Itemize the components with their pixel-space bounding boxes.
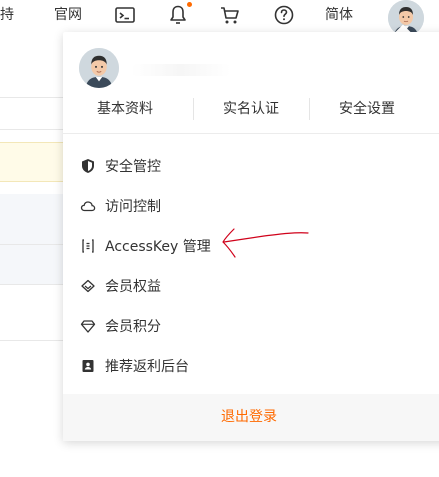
table-row bbox=[0, 194, 70, 244]
menu-item-referral-rebate[interactable]: 推荐返利后台 bbox=[63, 346, 439, 386]
key-icon bbox=[82, 239, 94, 253]
menu-label: 会员权益 bbox=[105, 279, 161, 295]
menu-label: 安全管控 bbox=[105, 159, 161, 175]
tab-real-name-auth[interactable]: 实名认证 bbox=[191, 96, 311, 122]
background-table bbox=[0, 32, 70, 477]
menu-item-access-control[interactable]: 访问控制 bbox=[63, 186, 439, 226]
logout-button[interactable]: 退出登录 bbox=[221, 408, 277, 426]
menu-label: AccessKey 管理 bbox=[105, 239, 211, 255]
diamond-icon bbox=[81, 279, 95, 293]
menu-label: 推荐返利后台 bbox=[105, 359, 189, 375]
gem-icon bbox=[80, 320, 96, 333]
section-divider bbox=[63, 133, 439, 134]
rebate-icon bbox=[82, 360, 94, 372]
redacted-username bbox=[131, 64, 231, 76]
dropdown-footer: 退出登录 bbox=[63, 394, 439, 441]
table-divider bbox=[0, 129, 70, 130]
notification-dot bbox=[187, 2, 192, 7]
tab-basic-info[interactable]: 基本资料 bbox=[65, 96, 185, 122]
menu-item-security-control[interactable]: 安全管控 bbox=[63, 146, 439, 186]
top-navigation-bar: 支持 官网 简体 bbox=[0, 0, 439, 36]
tab-security-settings[interactable]: 安全设置 bbox=[307, 96, 427, 122]
cloud-icon bbox=[80, 201, 96, 212]
menu-item-member-benefits[interactable]: 会员权益 bbox=[63, 266, 439, 306]
avatar-illustration bbox=[79, 48, 119, 88]
help-icon[interactable] bbox=[272, 3, 296, 27]
annotation-arrow bbox=[222, 228, 309, 258]
table-divider bbox=[0, 340, 70, 341]
support-link[interactable]: 支持 bbox=[0, 6, 14, 24]
cart-icon[interactable] bbox=[218, 3, 242, 27]
profile-avatar[interactable] bbox=[79, 48, 119, 88]
menu-label: 会员积分 bbox=[105, 319, 161, 335]
language-switch[interactable]: 简体 bbox=[325, 6, 353, 24]
menu-label: 访问控制 bbox=[105, 199, 161, 215]
table-divider bbox=[0, 284, 70, 285]
shield-icon bbox=[82, 159, 94, 173]
terminal-icon[interactable] bbox=[113, 3, 137, 27]
table-row-highlight bbox=[0, 142, 70, 182]
profile-tabs: 基本资料 实名认证 安全设置 bbox=[63, 96, 439, 122]
bell-icon[interactable] bbox=[166, 3, 190, 27]
account-menu: 安全管控 访问控制 AccessKey 管理 会员权益 会员积分 推荐返利后台 bbox=[63, 146, 439, 386]
menu-item-member-points[interactable]: 会员积分 bbox=[63, 306, 439, 346]
official-site-link[interactable]: 官网 bbox=[54, 6, 82, 24]
table-row bbox=[0, 244, 70, 284]
table-divider bbox=[0, 97, 70, 98]
